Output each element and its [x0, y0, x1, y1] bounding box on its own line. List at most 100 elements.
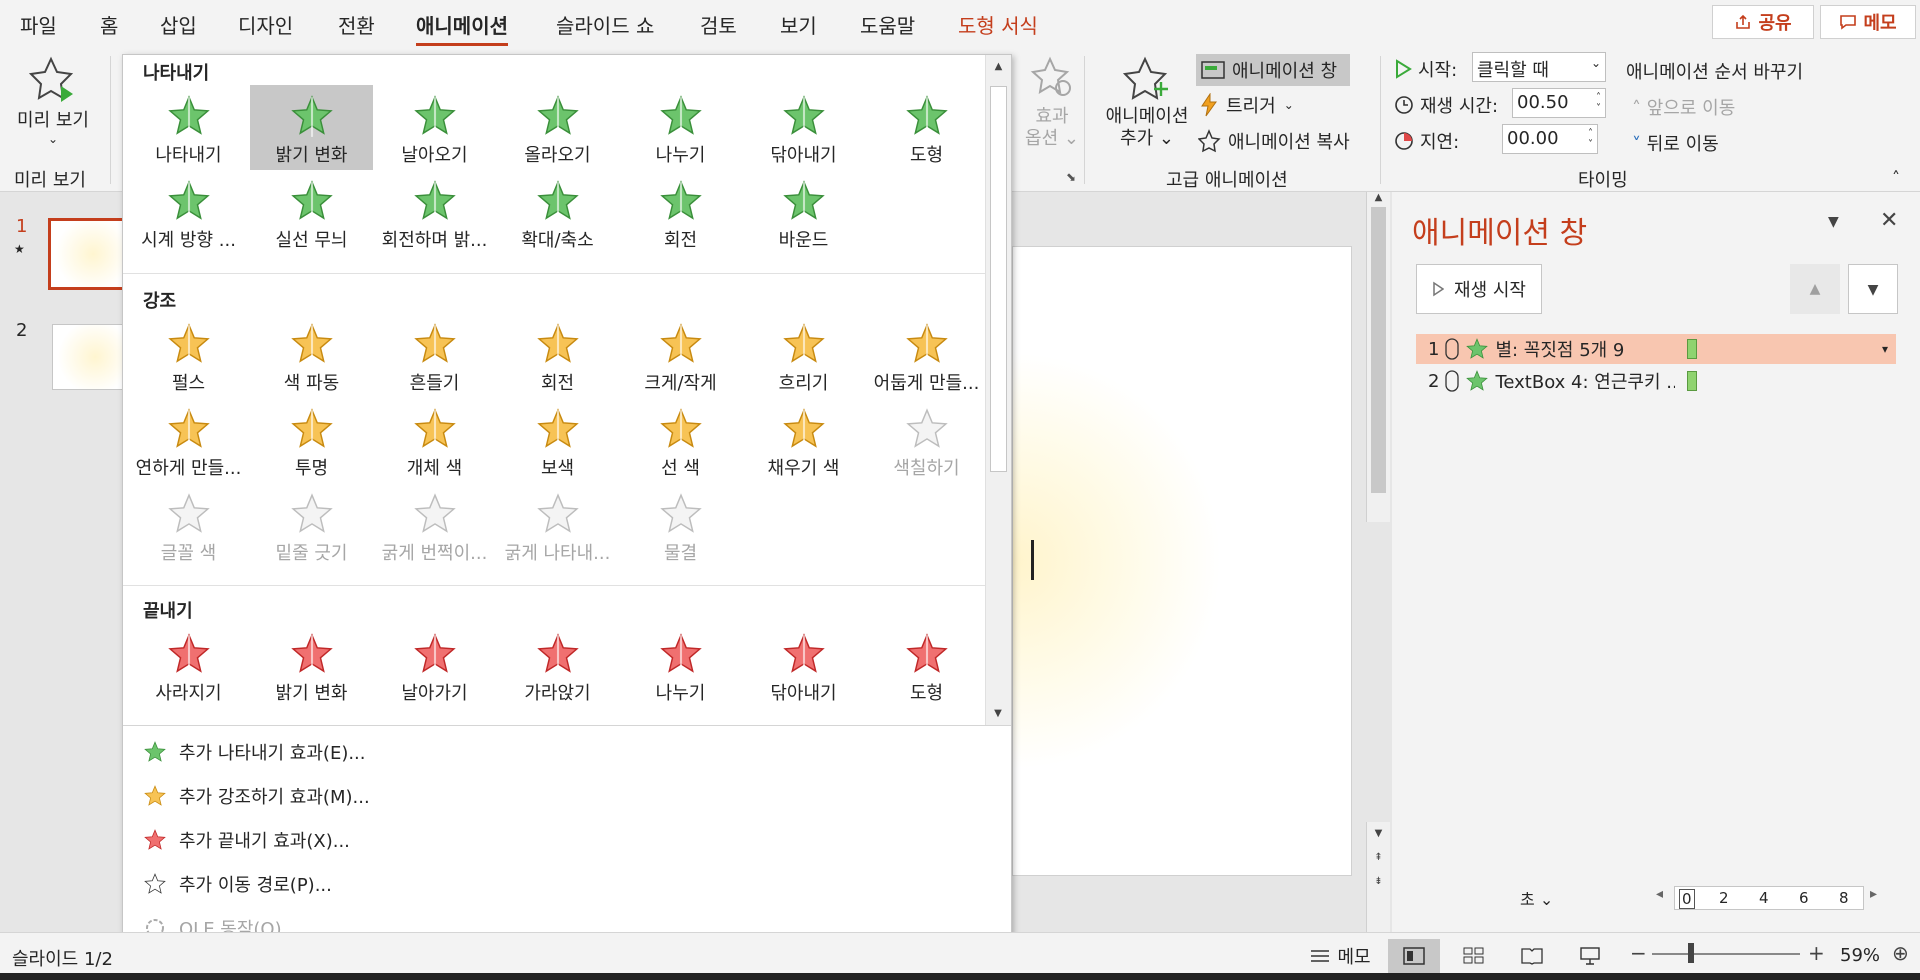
emphasis-effect-7[interactable]: 연하게 만들...: [127, 398, 250, 483]
entrance-effect-10[interactable]: 확대/축소: [496, 170, 619, 255]
move-earlier-button[interactable]: ˄ 앞으로 이동: [1632, 94, 1735, 120]
fit-to-window-icon[interactable]: ⊕: [1892, 941, 1909, 965]
animation-painter-button[interactable]: 애니메이션 복사: [1198, 128, 1350, 154]
entrance-effect-12[interactable]: 바운드: [742, 170, 865, 255]
tab-5[interactable]: 애니메이션: [416, 10, 508, 46]
move-down-button[interactable]: ▼: [1848, 264, 1898, 314]
entrance-effect-0[interactable]: 나타내기: [127, 85, 250, 170]
entrance-effect-3[interactable]: 올라오기: [496, 85, 619, 170]
zoom-level[interactable]: 59%: [1840, 945, 1880, 966]
tab-4[interactable]: 전환: [338, 10, 375, 39]
entrance-effect-5[interactable]: 닦아내기: [742, 85, 865, 170]
duration-spinner[interactable]: 00.50 ˄ ˅: [1512, 88, 1606, 118]
close-icon[interactable]: ✕: [1880, 208, 1898, 233]
timing-bar[interactable]: [1687, 371, 1698, 391]
tab-6[interactable]: 슬라이드 쇼: [556, 10, 654, 39]
entrance-effect-1[interactable]: 밝기 변화: [250, 85, 373, 170]
collapse-ribbon-icon[interactable]: ˄: [1892, 168, 1900, 187]
entrance-effect-2[interactable]: 날아오기: [373, 85, 496, 170]
emphasis-effect-0[interactable]: 펄스: [127, 313, 250, 398]
comments-button[interactable]: 메모: [1820, 5, 1916, 39]
emphasis-effect-9[interactable]: 개체 색: [373, 398, 496, 483]
entrance-effect-9[interactable]: 회전하며 밝...: [373, 170, 496, 255]
canvas-vertical-scrollbar[interactable]: ▲: [1366, 192, 1390, 522]
emphasis-effect-4[interactable]: 크게/작게: [619, 313, 742, 398]
notes-button[interactable]: 메모: [1290, 939, 1390, 973]
exit-effect-0[interactable]: 사라지기: [127, 623, 250, 708]
tab-10[interactable]: 도형 서식: [958, 10, 1038, 39]
emphasis-effect-5[interactable]: 흐리기: [742, 313, 865, 398]
emphasis-effect-11[interactable]: 선 색: [619, 398, 742, 483]
timeline-right-icon[interactable]: ▸: [1870, 886, 1877, 902]
tab-7[interactable]: 검토: [700, 10, 737, 39]
zoom-in-button[interactable]: +: [1808, 941, 1825, 965]
gallery-scrollbar[interactable]: ▲ ▼: [985, 55, 1011, 725]
entrance-effect-11[interactable]: 회전: [619, 170, 742, 255]
entrance-star-icon: [782, 180, 825, 222]
canvas-scroll-controls[interactable]: ▼ ⇞ ⇟: [1366, 822, 1390, 932]
exit-effect-6[interactable]: 도형: [865, 623, 985, 708]
zoom-slider-thumb[interactable]: [1688, 943, 1694, 963]
zoom-slider-track[interactable]: [1652, 953, 1800, 955]
scroll-up-icon[interactable]: ▲: [986, 61, 1011, 72]
entrance-effect-4[interactable]: 나누기: [619, 85, 742, 170]
notes-icon: [1311, 950, 1330, 962]
spinner-arrows-icon[interactable]: ˄ ˅: [1588, 128, 1593, 150]
start-dropdown[interactable]: 클릭할 때 ⌄: [1472, 52, 1606, 82]
zoom-out-button[interactable]: −: [1630, 941, 1647, 965]
pane-options-icon[interactable]: ▼: [1828, 214, 1839, 230]
play-icon: [1396, 59, 1412, 79]
effect-options-button[interactable]: 효과 옵션 ⌄: [1022, 56, 1082, 150]
normal-view-button[interactable]: [1388, 939, 1440, 973]
dialog-launcher-icon[interactable]: ⬊: [1066, 170, 1076, 184]
tab-8[interactable]: 보기: [780, 10, 817, 39]
more-motion-menu-item[interactable]: 추가 이동 경로(P)...: [143, 871, 332, 897]
emphasis-effect-1[interactable]: 색 파동: [250, 313, 373, 398]
emphasis-effect-6[interactable]: 어둡게 만들...: [865, 313, 985, 398]
tab-1[interactable]: 홈: [100, 10, 118, 39]
slide-editor[interactable]: [1012, 246, 1352, 876]
preview-button[interactable]: 미리 보기 ⌄: [12, 56, 94, 152]
timeline-left-icon[interactable]: ◂: [1656, 886, 1663, 902]
tab-3[interactable]: 디자인: [238, 10, 293, 39]
emphasis-effect-10[interactable]: 보색: [496, 398, 619, 483]
animation-pane-button[interactable]: 애니메이션 창: [1196, 54, 1350, 86]
exit-effect-3[interactable]: 가라앉기: [496, 623, 619, 708]
scroll-down-icon[interactable]: ▼: [986, 708, 1010, 719]
exit-effect-2[interactable]: 날아가기: [373, 623, 496, 708]
entrance-effect-6[interactable]: 도형: [865, 85, 985, 170]
effect-label: 밑줄 긋기: [275, 543, 348, 564]
entrance-effect-8[interactable]: 실선 무늬: [250, 170, 373, 255]
tab-2[interactable]: 삽입: [160, 10, 197, 39]
slide-sorter-button[interactable]: [1448, 939, 1500, 973]
exit-effect-4[interactable]: 나누기: [619, 623, 742, 708]
tab-9[interactable]: 도움말: [860, 10, 915, 39]
seconds-dropdown[interactable]: 초 ⌄: [1520, 886, 1553, 910]
more-emphasis-menu-item[interactable]: 추가 강조하기 효과(M)...: [143, 783, 370, 809]
item-dropdown-icon[interactable]: ▾: [1882, 342, 1888, 356]
share-button[interactable]: 공유: [1712, 5, 1814, 39]
move-up-button[interactable]: ▲: [1790, 264, 1840, 314]
spinner-arrows-icon[interactable]: ˄ ˅: [1596, 92, 1601, 114]
exit-effect-5[interactable]: 닦아내기: [742, 623, 865, 708]
emphasis-effect-3[interactable]: 회전: [496, 313, 619, 398]
more-entrance-menu-item[interactable]: 추가 나타내기 효과(E)...: [143, 739, 366, 765]
more-exit-menu-item[interactable]: 추가 끝내기 효과(X)...: [143, 827, 350, 853]
emphasis-effect-2[interactable]: 흔들기: [373, 313, 496, 398]
play-from-button[interactable]: 재생 시작: [1416, 264, 1542, 314]
emphasis-effect-12[interactable]: 채우기 색: [742, 398, 865, 483]
timing-bar[interactable]: [1687, 339, 1698, 359]
trigger-button[interactable]: 트리거 ⌄: [1200, 92, 1294, 118]
entrance-effect-7[interactable]: 시계 방향 ...: [127, 170, 250, 255]
add-animation-button[interactable]: 애니메이션 추가 ⌄: [1098, 56, 1196, 150]
animation-item[interactable]: 1 별: 꼭짓점 5개 9 ▾: [1416, 334, 1896, 364]
exit-effect-1[interactable]: 밝기 변화: [250, 623, 373, 708]
animation-item[interactable]: 2 TextBox 4: 연근쿠키 ...: [1416, 366, 1896, 396]
slideshow-button[interactable]: [1564, 939, 1616, 973]
reading-view-button[interactable]: [1506, 939, 1558, 973]
delay-spinner[interactable]: 00.00 ˄ ˅: [1502, 124, 1598, 154]
move-later-button[interactable]: ˅ 뒤로 이동: [1632, 130, 1719, 156]
tab-0[interactable]: 파일: [20, 10, 57, 39]
scroll-thumb[interactable]: [990, 86, 1007, 472]
emphasis-effect-8[interactable]: 투명: [250, 398, 373, 483]
